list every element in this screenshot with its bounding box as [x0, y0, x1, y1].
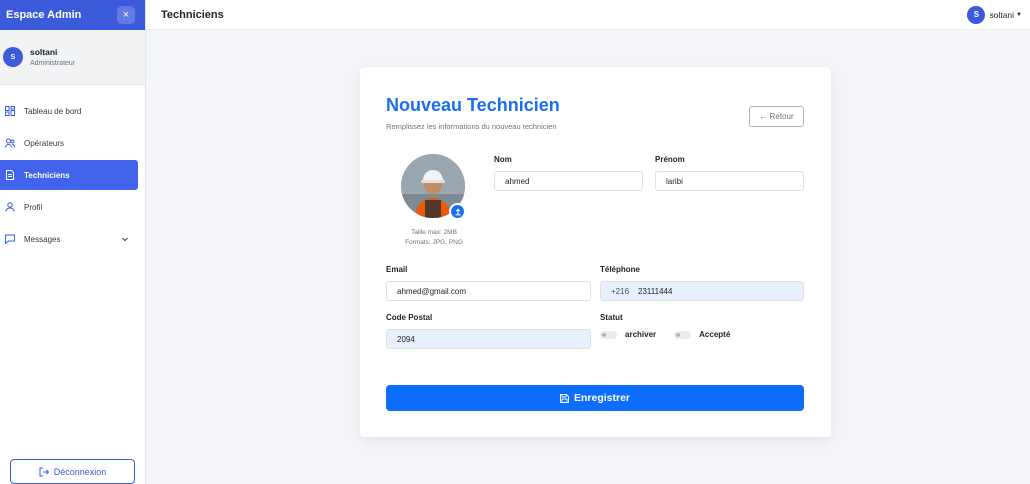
- close-sidebar-button[interactable]: ×: [117, 6, 135, 24]
- caret-down-icon: ▼: [1016, 11, 1022, 18]
- phone-prefix: +216: [611, 286, 630, 296]
- save-label: Enregistrer: [573, 392, 631, 404]
- logout-label: Déconnexion: [53, 466, 107, 477]
- chevron-down-icon[interactable]: [121, 235, 129, 243]
- sidebar: Espace Admin × S soltani Administrateur …: [0, 0, 146, 484]
- prenom-input[interactable]: laribi: [655, 171, 804, 191]
- technicien-form-card: Nouveau Technicien Remplissez les inform…: [360, 67, 831, 437]
- sidebar-item-profil[interactable]: Profil: [0, 192, 138, 222]
- user-role: Administrateur: [30, 60, 76, 67]
- sidebar-brand: Espace Admin ×: [0, 0, 145, 30]
- statut-toggles: archiver Accepté: [600, 330, 730, 339]
- statut-label: Statut: [600, 313, 623, 322]
- postal-input[interactable]: 2094: [386, 329, 591, 349]
- accepte-toggle[interactable]: [674, 330, 692, 339]
- sidebar-item-label: Techniciens: [24, 170, 70, 180]
- postal-label: Code Postal: [386, 313, 433, 322]
- phone-label: Téléphone: [600, 265, 641, 274]
- save-button[interactable]: Enregistrer: [386, 385, 804, 411]
- sidebar-item-label: Tableau de bord: [24, 106, 82, 116]
- sidebar-item-label: Opérateurs: [24, 138, 65, 148]
- nom-input[interactable]: ahmed: [494, 171, 643, 191]
- archiver-toggle[interactable]: [600, 330, 617, 339]
- page-title: Techniciens: [161, 8, 224, 21]
- sidebar-nav: Tableau de bord Opérateurs Techniciens P…: [0, 96, 145, 254]
- logout-button[interactable]: Déconnexion: [10, 459, 135, 484]
- sidebar-item-label: Messages: [24, 234, 61, 244]
- upload-icon: [455, 208, 460, 215]
- prenom-label: Prénom: [655, 155, 685, 164]
- phone-input[interactable]: +216 23111444: [600, 281, 804, 301]
- avatar: S: [3, 47, 23, 67]
- avatar: S: [967, 5, 986, 24]
- user-menu[interactable]: S soltani ▼: [967, 5, 1022, 24]
- form-subtitle: Remplissez les informations du nouveau t…: [386, 122, 557, 131]
- user-icon: [5, 202, 15, 212]
- user-menu-name: soltani: [989, 9, 1015, 20]
- user-name: soltani: [30, 47, 58, 57]
- photo-size-note: Taille max: 2MB: [411, 229, 457, 236]
- sidebar-user: S soltani Administrateur: [0, 30, 145, 85]
- nom-label: Nom: [494, 155, 512, 164]
- save-icon: [560, 393, 569, 403]
- sidebar-item-operateurs[interactable]: Opérateurs: [0, 128, 138, 158]
- sidebar-item-label: Profil: [24, 202, 43, 212]
- top-bar: Techniciens S soltani ▼: [146, 0, 1030, 30]
- dashboard-icon: [5, 106, 15, 116]
- sidebar-item-messages[interactable]: Messages: [0, 224, 138, 254]
- form-title: Nouveau Technicien: [386, 95, 560, 115]
- upload-photo-button[interactable]: [449, 203, 466, 220]
- logout-icon: [39, 467, 49, 476]
- sidebar-item-techniciens[interactable]: Techniciens: [0, 160, 138, 190]
- accepte-label: Accepté: [699, 330, 731, 339]
- sidebar-item-dashboard[interactable]: Tableau de bord: [0, 96, 138, 126]
- email-label: Email: [386, 265, 408, 274]
- brand-title: Espace Admin: [6, 9, 82, 21]
- phone-value: 23111444: [638, 286, 673, 296]
- users-icon: [5, 138, 15, 148]
- photo-formats-note: Formats: JPG, PNG: [405, 239, 463, 246]
- email-input[interactable]: ahmed@gmail.com: [386, 281, 591, 301]
- document-icon: [5, 170, 15, 180]
- back-button[interactable]: ← Retour: [749, 106, 804, 127]
- archiver-label: archiver: [625, 330, 657, 339]
- chat-icon: [5, 234, 15, 244]
